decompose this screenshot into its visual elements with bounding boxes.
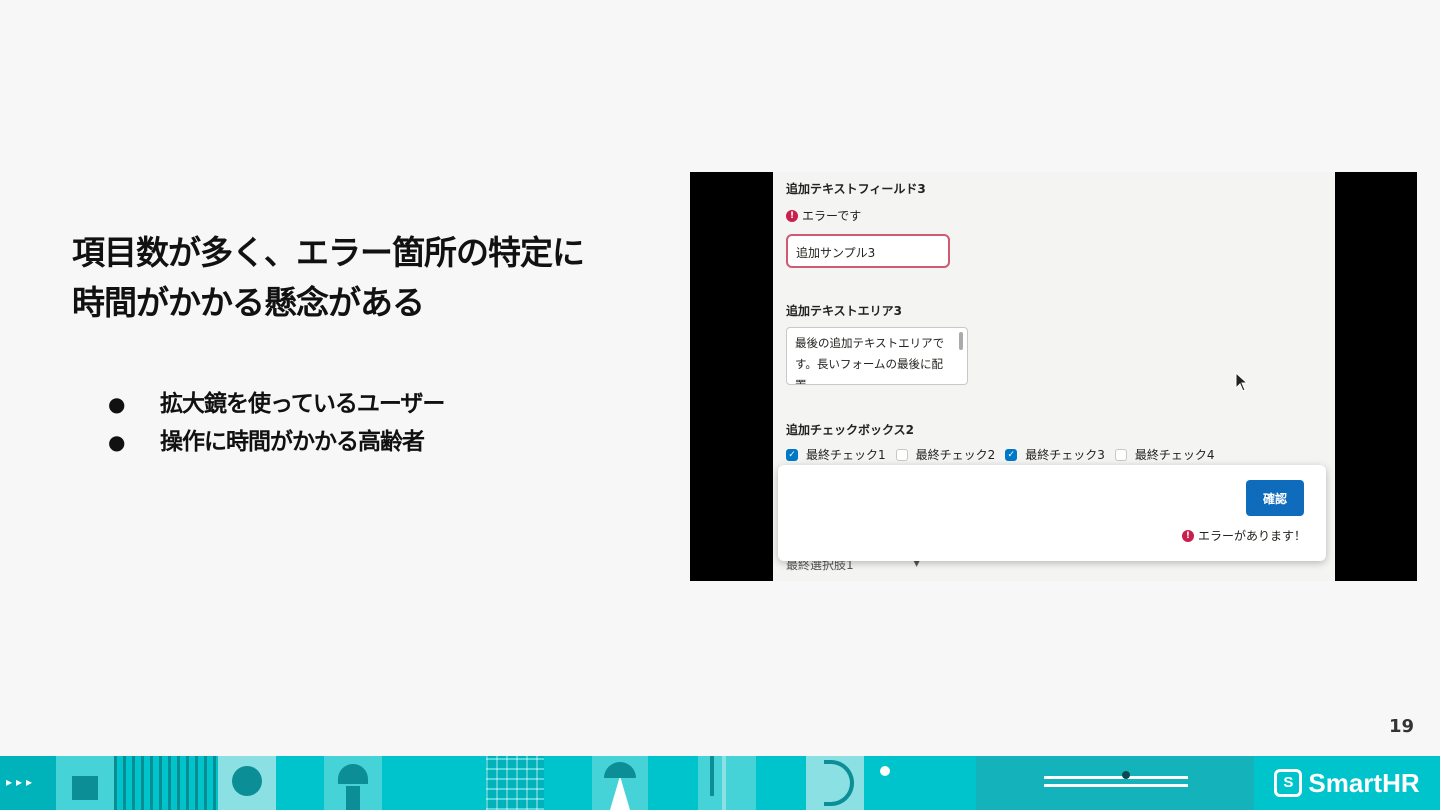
circuit-decoration — [698, 756, 756, 810]
text-field[interactable]: 追加サンプル3 — [786, 234, 950, 268]
form-screenshot: 追加テキストフィールド3 ! エラーです 追加サンプル3 追加テキストエリア3 … — [690, 172, 1417, 581]
footer-decoration — [756, 756, 806, 810]
grid-decoration — [486, 756, 544, 810]
checkbox-2[interactable] — [895, 448, 908, 461]
field-label: 追加テキストフィールド3 — [786, 182, 926, 196]
footer-decoration — [648, 756, 698, 810]
checkbox-label: 最終チェック2 — [915, 448, 996, 462]
mouse-cursor-icon — [1235, 372, 1249, 392]
arrows-icon: ▸▸▸ — [6, 775, 37, 789]
page-number: 19 — [1388, 716, 1414, 737]
field-error: ! エラーです — [786, 207, 861, 224]
slider-decoration — [976, 756, 1256, 810]
footer-decoration — [382, 756, 486, 810]
checkbox-1[interactable]: ✓ — [786, 448, 798, 461]
sticky-action-panel: 確認 ! エラーがあります！ — [778, 465, 1326, 561]
stripes-decoration — [114, 756, 218, 810]
checkbox-label: 最終チェック3 — [1025, 448, 1105, 462]
footer-decoration — [544, 756, 592, 810]
slide-title: 項目数が多く、エラー箇所の特定に 時間がかかる懸念がある — [72, 228, 672, 328]
footer-decoration: ▸▸▸ — [0, 756, 56, 810]
title-line-1: 項目数が多く、エラー箇所の特定に — [72, 233, 585, 272]
checkbox-4[interactable] — [1114, 448, 1127, 461]
checkbox-group-label: 追加チェックボックス2 — [786, 423, 914, 437]
title-line-2: 時間がかかる懸念がある — [72, 283, 425, 322]
checkbox-3[interactable]: ✓ — [1005, 448, 1018, 461]
head-profile-icon — [218, 756, 276, 810]
error-icon: ! — [1181, 529, 1194, 542]
eye-figure-icon — [324, 756, 382, 810]
textarea-scrollbar[interactable] — [959, 332, 963, 350]
hand-icon — [56, 756, 114, 810]
form-area: 追加テキストフィールド3 ! エラーです 追加サンプル3 追加テキストエリア3 … — [773, 172, 1335, 581]
curve-icon — [806, 756, 864, 810]
error-icon: ! — [786, 209, 798, 222]
textarea-label: 追加テキストエリア3 — [786, 304, 902, 318]
checkbox-label: 最終チェック1 — [806, 448, 886, 462]
footer-decoration — [276, 756, 324, 810]
figure-icon — [864, 756, 976, 810]
checkbox-group: ✓ 最終チェック1 最終チェック2 ✓ 最終チェック3 最終チェック4 — [786, 446, 1225, 463]
textarea[interactable]: 最後の追加テキストエリアです。長いフォームの最後に配置 — [786, 327, 968, 385]
bullet-item: ● 拡大鏡を使っているユーザー — [108, 391, 445, 417]
smarthr-mark-icon: S — [1274, 769, 1303, 797]
confirm-button[interactable]: 確認 — [1246, 480, 1304, 516]
light-beam-icon — [592, 756, 648, 810]
bullet-item: ● 操作に時間がかかる高齢者 — [108, 429, 425, 455]
footer-band: ▸▸▸ S SmartHR — [0, 756, 1440, 810]
bullet-list: ● 拡大鏡を使っているユーザー ● 操作に時間がかかる高齢者 — [108, 385, 445, 461]
checkbox-label: 最終チェック4 — [1134, 448, 1215, 462]
form-error: ! エラーがあります！ — [1181, 527, 1306, 544]
smarthr-logo: S SmartHR — [1254, 756, 1440, 810]
